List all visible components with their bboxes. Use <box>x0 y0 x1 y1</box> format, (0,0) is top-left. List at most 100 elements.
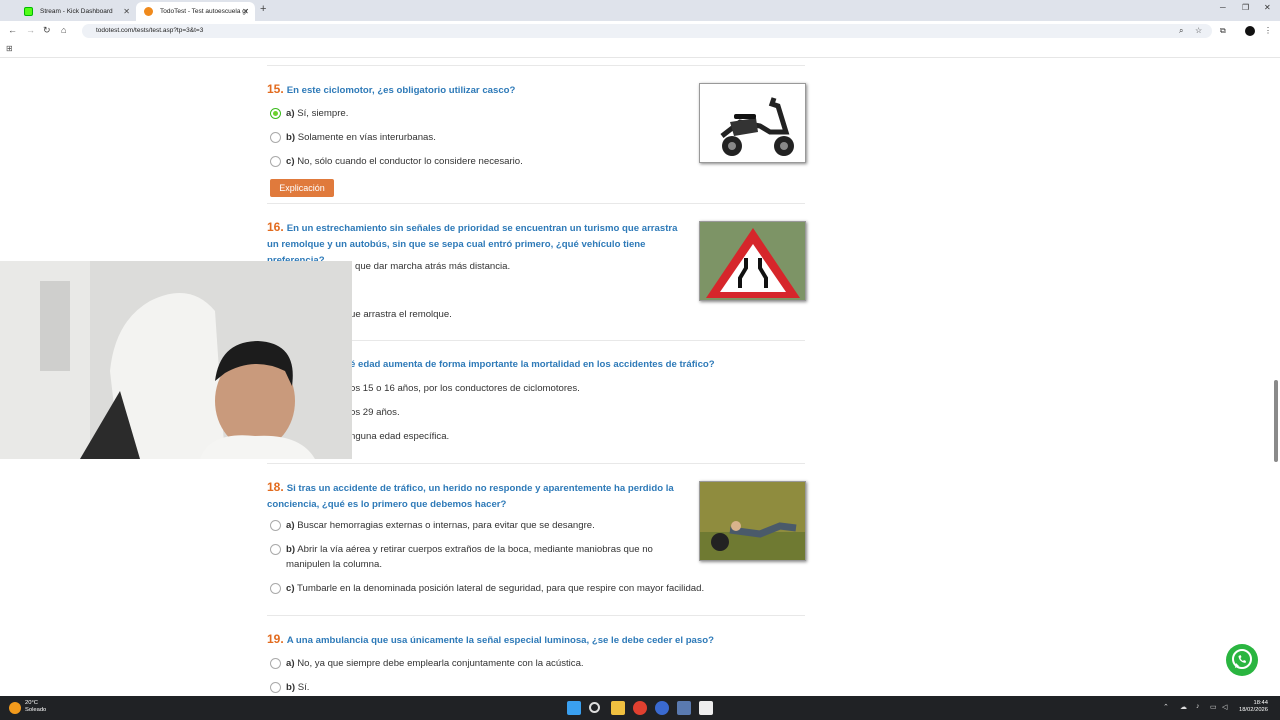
cloud-icon[interactable]: ☁ <box>1180 703 1187 711</box>
answer-option[interactable]: c) Tumbarle en la denominada posición la… <box>270 581 704 596</box>
restore-icon[interactable]: ❐ <box>1242 3 1249 12</box>
option-text: os 15 o 16 años, por los conductores de … <box>350 383 580 394</box>
option-text: No, ya que siempre debe emplearla conjun… <box>297 658 584 669</box>
close-icon[interactable]: ✕ <box>123 2 130 21</box>
whatsapp-icon <box>1232 649 1252 669</box>
answer-option[interactable]: a) Sí, siempre. <box>270 106 348 121</box>
radio[interactable] <box>270 583 281 594</box>
url-text: todotest.com/tests/test.asp?tp=3&t=3 <box>96 27 204 34</box>
option-text: No, sólo cuando el conductor lo consider… <box>297 156 523 167</box>
question-number: 18. <box>267 480 284 494</box>
question-19: 19. A una ambulancia que usa únicamente l… <box>267 631 727 649</box>
network-icon[interactable]: ▭ <box>1210 703 1217 711</box>
chrome-icon[interactable] <box>633 701 647 715</box>
road-narrows-sign-image <box>699 221 806 301</box>
question-15: 15. En este ciclomotor, ¿es obligatorio u… <box>267 81 687 99</box>
option-text: Sí, siempre. <box>297 108 349 119</box>
answer-option[interactable]: c) No, sólo cuando el conductor lo consi… <box>270 154 523 169</box>
start-icon[interactable] <box>567 701 581 715</box>
app-icon[interactable] <box>677 701 691 715</box>
radio[interactable] <box>270 156 281 167</box>
option-letter: a) <box>286 108 295 119</box>
scrollbar-thumb[interactable] <box>1274 380 1278 462</box>
radio[interactable] <box>270 520 281 531</box>
explanation-button[interactable]: Explicación <box>270 179 334 197</box>
accident-image <box>699 481 806 561</box>
answer-option[interactable]: nguna edad específica. <box>350 429 449 444</box>
answer-option[interactable]: a) Buscar hemorragias externas o interna… <box>270 518 595 533</box>
question-text: Si tras un accidente de tráfico, un heri… <box>267 483 674 510</box>
radio[interactable] <box>270 544 281 555</box>
forward-icon[interactable]: → <box>26 25 35 35</box>
option-text: Solamente en vías interurbanas. <box>297 132 436 143</box>
option-text: Tumbarle en la denominada posición later… <box>297 583 705 594</box>
webcam-overlay <box>0 261 352 459</box>
divider <box>267 65 805 66</box>
answer-option[interactable]: a) No, ya que siempre debe emplearla con… <box>270 656 584 671</box>
option-letter: b) <box>286 132 296 143</box>
clock-time: 18:44 <box>1253 700 1268 706</box>
whatsapp-button[interactable] <box>1226 644 1258 676</box>
close-icon[interactable]: ✕ <box>242 2 249 21</box>
answer-option[interactable]: os 29 años. <box>350 405 400 420</box>
weather-sun-icon[interactable] <box>9 702 21 714</box>
answer-option[interactable]: ue arrastra el remolque. <box>350 307 452 322</box>
minimize-icon[interactable]: ─ <box>1220 3 1226 12</box>
extensions-icon[interactable]: ⧉ <box>1220 26 1226 36</box>
option-letter: c) <box>286 583 295 594</box>
page-content: 15. En este ciclomotor, ¿es obligatorio u… <box>0 58 1280 696</box>
option-letter: a) <box>286 658 295 669</box>
tab-title: Stream - Kick Dashboard <box>40 8 113 15</box>
answer-option[interactable]: b) Solamente en vías interurbanas. <box>270 130 436 145</box>
divider <box>267 203 805 204</box>
moped-image <box>699 83 806 163</box>
weather-temp: 20°C <box>25 700 38 706</box>
menu-icon[interactable]: ⋮ <box>1264 26 1272 35</box>
question-text: En este ciclomotor, ¿es obligatorio util… <box>286 85 516 96</box>
url-field[interactable]: todotest.com/tests/test.asp?tp=3&t=3 <box>82 24 1212 38</box>
answer-option[interactable]: b) Abrir la vía aérea y retirar cuerpos … <box>270 542 680 572</box>
radio-selected[interactable] <box>270 108 281 119</box>
search-icon[interactable] <box>589 702 600 713</box>
back-icon[interactable]: ← <box>8 25 17 35</box>
tab-bar: Stream - Kick Dashboard ✕ TodoTest - Tes… <box>0 0 1280 21</box>
answer-option[interactable]: que dar marcha atrás más distancia. <box>355 259 510 274</box>
divider <box>352 340 805 341</box>
discord-icon[interactable] <box>655 701 669 715</box>
apps-grid-icon[interactable]: ⊞ <box>6 44 13 53</box>
weather-widget[interactable]: 20°C Soleado <box>25 700 46 714</box>
notepad-icon[interactable] <box>699 701 713 715</box>
radio[interactable] <box>270 658 281 669</box>
question-number: 19. <box>267 632 284 646</box>
question-text: é edad aumenta de forma importante la mo… <box>350 359 715 370</box>
tab-todotest[interactable]: TodoTest - Test autoescuela gr ✕ <box>136 2 255 21</box>
profile-avatar[interactable] <box>1245 26 1255 36</box>
tab-kick-dashboard[interactable]: Stream - Kick Dashboard ✕ <box>16 2 136 21</box>
scrollbar[interactable] <box>1272 58 1280 696</box>
new-tab-icon[interactable]: + <box>260 3 266 15</box>
option-letter: a) <box>286 520 295 531</box>
clock[interactable]: 18:44 18/02/2026 <box>1239 700 1268 714</box>
close-window-icon[interactable]: ✕ <box>1264 3 1271 12</box>
reload-icon[interactable]: ↻ <box>43 25 51 36</box>
volume-icon[interactable]: ◁ <box>1222 703 1227 711</box>
answer-option[interactable]: b) Sí. <box>270 680 309 695</box>
microphone-icon[interactable]: ♪ <box>1196 703 1200 710</box>
option-text: Abrir la vía aérea y retirar cuerpos ext… <box>286 544 653 570</box>
taskbar: 20°C Soleado ⌃ ☁ ♪ ▭ ◁ 18:44 18/02/2026 <box>0 696 1280 720</box>
option-text: os 29 años. <box>350 407 400 418</box>
answer-option[interactable]: os 15 o 16 años, por los conductores de … <box>350 381 580 396</box>
question-number: 16. <box>267 220 284 234</box>
option-text: que dar marcha atrás más distancia. <box>355 261 511 272</box>
zoom-icon[interactable]: ⌕ <box>1179 26 1183 36</box>
option-text: nguna edad específica. <box>350 431 450 442</box>
home-icon[interactable]: ⌂ <box>61 25 66 35</box>
chevron-up-icon[interactable]: ⌃ <box>1163 703 1169 711</box>
question-number: 15. <box>267 82 284 96</box>
bookmark-star-icon[interactable]: ☆ <box>1195 26 1202 35</box>
question-text: A una ambulancia que usa únicamente la s… <box>286 635 714 646</box>
radio[interactable] <box>270 132 281 143</box>
radio[interactable] <box>270 682 281 693</box>
bookmarks-bar: ⊞ <box>0 41 1280 58</box>
file-explorer-icon[interactable] <box>611 701 625 715</box>
